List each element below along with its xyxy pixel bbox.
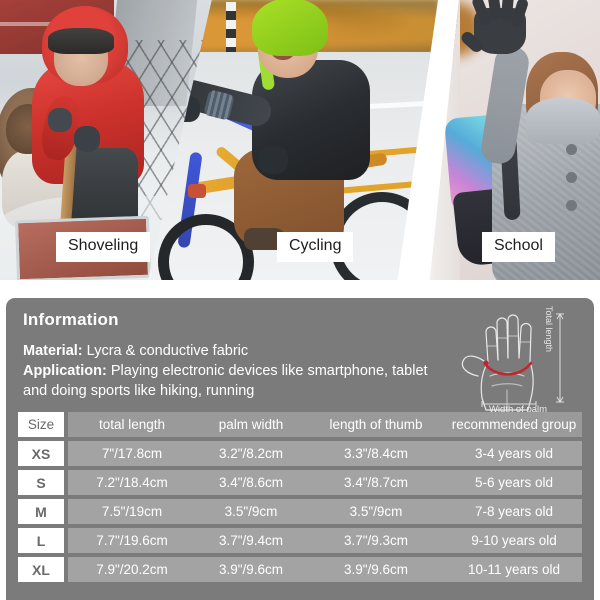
- header-total-length: total length: [98, 417, 166, 432]
- size-badge: L: [18, 528, 64, 553]
- total-length-label: Total length: [544, 305, 554, 353]
- cell-length-of-thumb: 3.5"/9cm: [349, 504, 403, 519]
- cell-recommended-group: 5-6 years old: [474, 475, 554, 490]
- cell-length-of-thumb: 3.7"/9.3cm: [343, 533, 409, 548]
- cell-palm-width: 3.7"/9.4cm: [218, 533, 284, 548]
- caption-school: School: [482, 232, 555, 262]
- size-badge: XL: [18, 557, 64, 582]
- header-palm-width: palm width: [218, 417, 284, 432]
- header-recommended-group: recommended group: [451, 417, 577, 432]
- cell-total-length: 7.9"/20.2cm: [96, 562, 168, 577]
- cell-total-length: 7.2"/18.4cm: [96, 475, 168, 490]
- cell-length-of-thumb: 3.9"/9.6cm: [343, 562, 409, 577]
- cell-length-of-thumb: 3.4"/8.7cm: [343, 475, 409, 490]
- application-label: Application:: [23, 363, 107, 379]
- hand-outline-icon: [461, 313, 564, 411]
- row-cells: 7.7"/19.6cm 3.7"/9.4cm 3.7"/9.3cm 9-10 y…: [68, 528, 582, 553]
- application-line: Application: Playing electronic devices …: [23, 361, 436, 401]
- size-chart-table: Size total length palm width length of t…: [6, 412, 594, 582]
- cell-total-length: 7.7"/19.6cm: [96, 533, 168, 548]
- cell-recommended-group: 9-10 years old: [471, 533, 557, 548]
- cell-palm-width: 3.2"/8.2cm: [218, 446, 284, 461]
- header-cells: total length palm width length of thumb …: [68, 412, 582, 437]
- cell-recommended-group: 10-11 years old: [467, 562, 561, 577]
- photo-strip: Shoveling Cycling School: [0, 0, 600, 280]
- table-row: S 7.2"/18.4cm 3.4"/8.6cm 3.4"/8.7cm 5-6 …: [6, 470, 594, 495]
- cell-recommended-group: 7-8 years old: [474, 504, 554, 519]
- caption-cycling: Cycling: [277, 232, 354, 262]
- size-badge: M: [18, 499, 64, 524]
- palm-measure-dot: [483, 360, 489, 366]
- cell-recommended-group: 3-4 years old: [474, 446, 554, 461]
- table-row: M 7.5"/19cm 3.5"/9cm 3.5"/9cm 7-8 years …: [6, 499, 594, 524]
- material-value: Lycra & conductive fabric: [86, 343, 249, 359]
- hand-measurement-diagram: Total length Width of palm: [452, 306, 584, 416]
- header-size: Size: [18, 412, 64, 437]
- cell-palm-width: 3.5"/9cm: [224, 504, 278, 519]
- table-row: L 7.7"/19.6cm 3.7"/9.4cm 3.7"/9.3cm 9-10…: [6, 528, 594, 553]
- header-length-of-thumb: length of thumb: [329, 417, 423, 432]
- table-row: XS 7"/17.8cm 3.2"/8.2cm 3.3"/8.4cm 3-4 y…: [6, 441, 594, 466]
- material-line: Material: Lycra & conductive fabric: [23, 341, 436, 361]
- size-badge: XS: [18, 441, 64, 466]
- row-cells: 7"/17.8cm 3.2"/8.2cm 3.3"/8.4cm 3-4 year…: [68, 441, 582, 466]
- caption-shoveling: Shoveling: [56, 232, 151, 262]
- cell-total-length: 7"/17.8cm: [101, 446, 163, 461]
- row-cells: 7.5"/19cm 3.5"/9cm 3.5"/9cm 7-8 years ol…: [68, 499, 582, 524]
- row-cells: 7.9"/20.2cm 3.9"/9.6cm 3.9"/9.6cm 10-11 …: [68, 557, 582, 582]
- cell-palm-width: 3.9"/9.6cm: [218, 562, 284, 577]
- information-body: Material: Lycra & conductive fabric Appl…: [6, 330, 436, 401]
- material-label: Material:: [23, 343, 83, 359]
- cell-total-length: 7.5"/19cm: [101, 504, 163, 519]
- table-header-row: Size total length palm width length of t…: [6, 412, 594, 437]
- information-panel: Information Material: Lycra & conductive…: [6, 298, 594, 600]
- cell-length-of-thumb: 3.3"/8.4cm: [343, 446, 409, 461]
- cell-palm-width: 3.4"/8.6cm: [218, 475, 284, 490]
- table-row: XL 7.9"/20.2cm 3.9"/9.6cm 3.9"/9.6cm 10-…: [6, 557, 594, 582]
- row-cells: 7.2"/18.4cm 3.4"/8.6cm 3.4"/8.7cm 5-6 ye…: [68, 470, 582, 495]
- size-badge: S: [18, 470, 64, 495]
